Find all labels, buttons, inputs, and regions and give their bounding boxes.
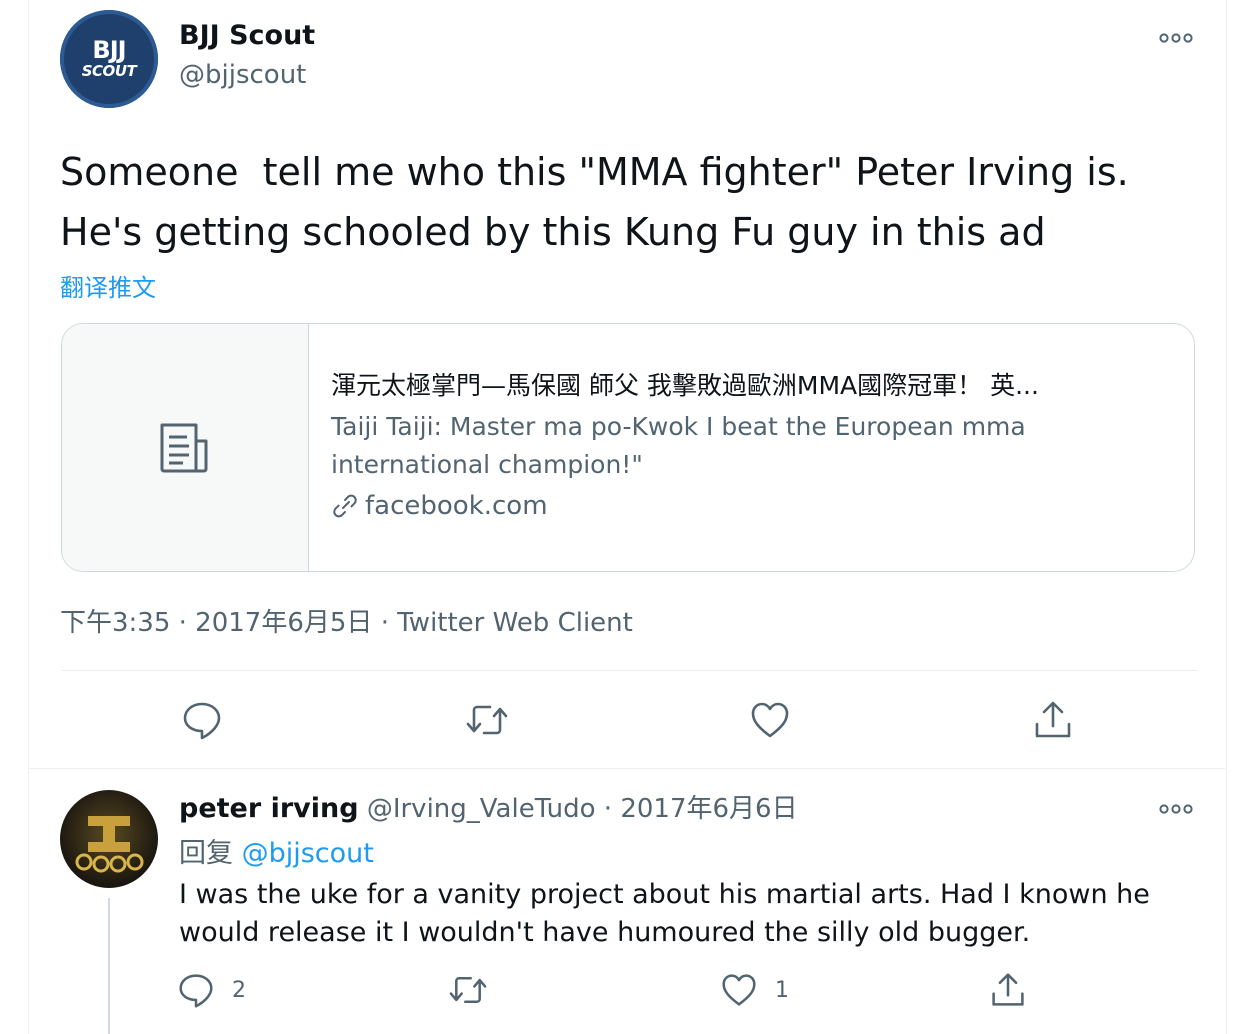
avatar-logo-image [75, 816, 144, 873]
avatar-text-line1: BJJ [92, 36, 126, 64]
reply-text: I was the uke for a vanity project about… [179, 879, 1150, 948]
share-button[interactable] [1033, 700, 1073, 740]
link-icon [331, 492, 359, 520]
tweet-separator [28, 768, 1225, 769]
tweet-text: Someone tell me who this "MMA fighter" P… [60, 150, 1141, 254]
avatar-bjj-scout[interactable]: BJJ SCOUT [60, 10, 158, 108]
avatar-text-line2: SCOUT [81, 62, 137, 80]
retweet-icon [447, 972, 489, 1008]
reply-reply-button[interactable]: 2 [178, 972, 246, 1008]
tweet-meta[interactable]: 下午3:35 · 2017年6月5日 · Twitter Web Client [60, 602, 633, 639]
divider [62, 670, 1198, 671]
reply-date[interactable]: 2017年6月6日 [620, 794, 797, 824]
like-count: 1 [775, 977, 789, 1003]
reply-icon [182, 700, 222, 740]
replying-prefix: 回复 [179, 838, 233, 869]
replying-to: 回复 @bjjscout [179, 835, 374, 873]
avatar-peter-irving[interactable] [60, 790, 158, 888]
like-icon [721, 972, 757, 1008]
reply-author-name[interactable]: peter irving [179, 793, 359, 824]
link-preview-card[interactable]: 渾元太極掌門—馬保國 師父 我擊敗過歐洲MMA國際冠軍！ 英... Taiji … [61, 323, 1195, 572]
card-thumbnail [62, 324, 309, 571]
reply-retweet-button[interactable] [447, 972, 507, 1008]
reply-author-handle[interactable]: @Irving_ValeTudo [367, 794, 596, 824]
document-icon [158, 421, 212, 475]
reply-button[interactable] [182, 700, 222, 740]
author-name[interactable]: BJJ Scout [179, 20, 315, 51]
author-handle[interactable]: @bjjscout [179, 60, 306, 90]
card-title: 渾元太極掌門—馬保國 師父 我擊敗過歐洲MMA國際冠軍！ 英... [331, 371, 1039, 400]
share-icon [1033, 700, 1073, 740]
card-domain-row: facebook.com [331, 488, 1194, 524]
card-domain: facebook.com [365, 491, 548, 521]
reply-more-horizontal-icon[interactable] [1158, 799, 1194, 819]
reply-separator: · [595, 794, 621, 824]
reply-count: 2 [232, 977, 246, 1003]
more-horizontal-icon[interactable] [1158, 28, 1194, 48]
reply-header: peter irving @Irving_ValeTudo · 2017年6月6… [179, 790, 798, 828]
translate-tweet-link[interactable]: 翻译推文 [60, 268, 156, 303]
like-button[interactable] [750, 700, 790, 740]
thread-line [108, 898, 110, 1034]
share-icon [990, 972, 1026, 1008]
reply-share-button[interactable] [990, 972, 1026, 1008]
retweet-icon [464, 700, 510, 740]
replying-mention[interactable]: @bjjscout [242, 838, 374, 869]
card-description: Taiji Taiji: Master ma po-Kwok I beat th… [331, 412, 1026, 479]
retweet-button[interactable] [464, 700, 510, 740]
like-icon [750, 700, 790, 740]
card-body: 渾元太極掌門—馬保國 師父 我擊敗過歐洲MMA國際冠軍！ 英... Taiji … [309, 324, 1194, 571]
reply-like-button[interactable]: 1 [721, 972, 789, 1008]
reply-icon [178, 972, 214, 1008]
